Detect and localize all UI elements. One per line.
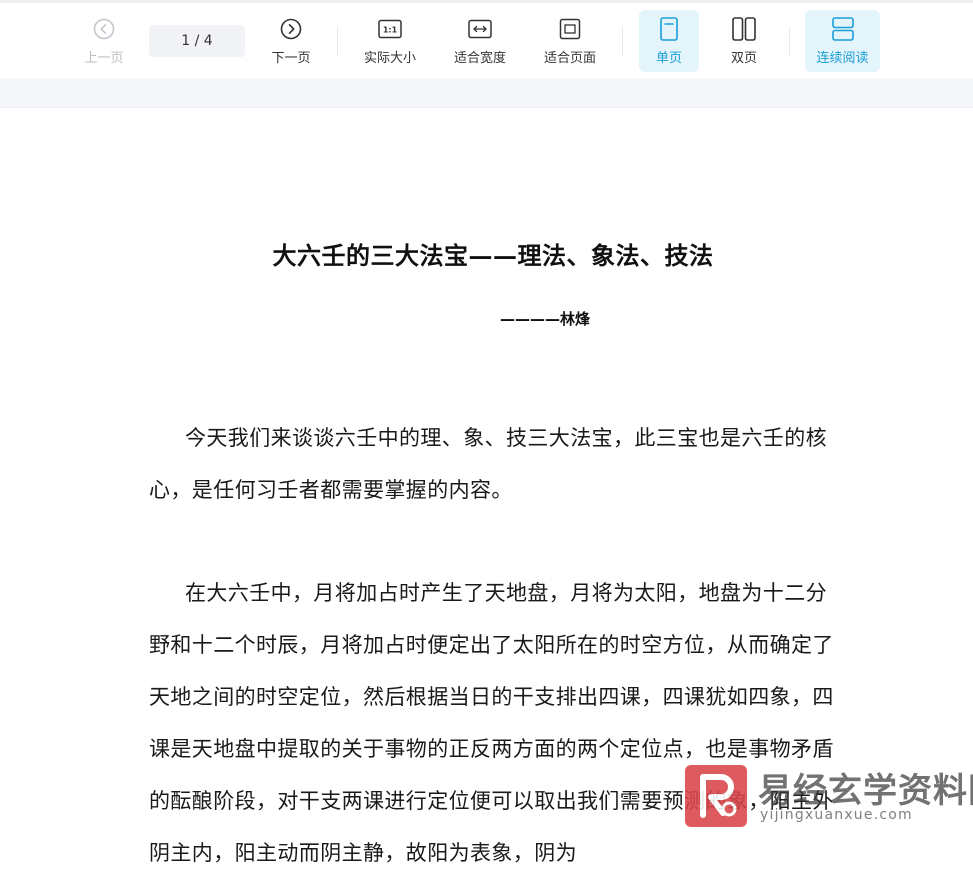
document-page: 大六壬的三大法宝——理法、象法、技法 ————林烽 今天我们来谈谈六壬中的理、象… [0, 108, 973, 865]
single-page-button[interactable]: 单页 [639, 10, 699, 72]
top-border [0, 0, 973, 3]
prev-page-label: 上一页 [84, 51, 124, 66]
document-title: 大六壬的三大法宝——理法、象法、技法 [272, 241, 714, 270]
fit-width-label: 适合宽度 [453, 51, 506, 66]
actual-size-button[interactable]: 1:1 实际大小 [355, 10, 425, 72]
fit-width-button[interactable]: 适合宽度 [445, 10, 515, 72]
double-page-label: 双页 [730, 51, 757, 66]
double-page-button[interactable]: 双页 [714, 10, 774, 72]
single-page-label: 单页 [655, 51, 682, 66]
fit-width-icon [468, 16, 492, 42]
toolbar-subbar [0, 78, 973, 108]
double-page-icon [732, 16, 756, 42]
continuous-scroll-icon [831, 16, 854, 42]
document-author: ————林烽 [500, 310, 591, 328]
actual-size-icon-text: 1:1 [383, 26, 398, 35]
page-number-input[interactable] [155, 32, 239, 50]
fit-page-icon [559, 16, 581, 42]
toolbar-divider [622, 27, 623, 57]
continuous-reading-label: 连续阅读 [816, 51, 869, 66]
toolbar-divider [789, 27, 790, 57]
fit-page-button[interactable]: 适合页面 [535, 10, 605, 72]
paragraph-1: 今天我们来谈谈六壬中的理、象、技三大法宝，此三宝也是六壬的核心，是任何习壬者都需… [149, 426, 827, 502]
page-indicator[interactable] [149, 25, 245, 57]
watermark: 易经玄学资料网 yijingxuanxue.com [685, 763, 973, 831]
next-page-button[interactable]: 下一页 [260, 10, 322, 72]
watermark-logo-icon [685, 765, 747, 827]
toolbar-divider [337, 27, 338, 57]
chevron-left-circle-icon [93, 16, 115, 42]
fit-page-label: 适合页面 [543, 51, 596, 66]
actual-size-icon: 1:1 [378, 16, 402, 42]
chevron-right-circle-icon [280, 16, 302, 42]
actual-size-label: 实际大小 [363, 51, 416, 66]
reader-toolbar: 上一页 下一页 1:1 实际大小 适合宽度 适合页面 单页 [0, 0, 973, 78]
next-page-label: 下一页 [271, 51, 311, 66]
single-page-icon [660, 16, 678, 42]
paragraph-2: 在大六壬中，月将加占时产生了天地盘，月将为太阳，地盘为十二分野和十二个时辰，月将… [149, 581, 834, 865]
continuous-reading-button[interactable]: 连续阅读 [805, 10, 880, 72]
watermark-url: yijingxuanxue.com [760, 807, 913, 823]
prev-page-button[interactable]: 上一页 [74, 10, 134, 72]
watermark-brand: 易经玄学资料网 [758, 771, 973, 811]
